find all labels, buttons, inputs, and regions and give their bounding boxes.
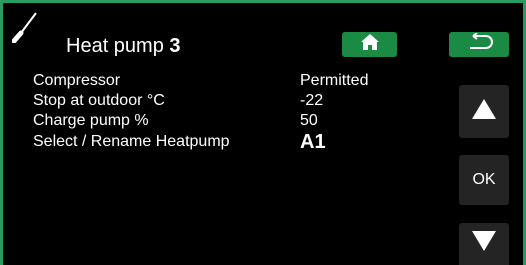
ok-button[interactable]: OK — [459, 155, 509, 205]
home-button[interactable] — [342, 32, 397, 57]
title-text: Heat pump — [66, 35, 164, 57]
down-button[interactable] — [459, 223, 509, 265]
setting-label-stop-outdoor[interactable]: Stop at outdoor °C — [33, 92, 165, 110]
setting-label-select-rename[interactable]: Select / Rename Heatpump — [33, 133, 230, 151]
up-button[interactable] — [459, 85, 509, 138]
setting-value-compressor[interactable]: Permitted — [300, 72, 368, 90]
back-arrow-icon — [464, 32, 494, 56]
home-icon — [360, 33, 380, 56]
setting-label-charge-pump[interactable]: Charge pump % — [33, 112, 149, 130]
setting-value-charge-pump[interactable]: 50 — [300, 112, 318, 130]
setting-label-compressor[interactable]: Compressor — [33, 72, 120, 90]
arrow-down-icon — [471, 230, 497, 257]
heat-pump-number: 3 — [169, 35, 181, 57]
setting-value-select-rename[interactable]: A1 — [300, 131, 326, 154]
back-button[interactable] — [449, 32, 509, 57]
screwdriver-icon — [11, 11, 40, 48]
page-title: Heat pump 3 — [66, 34, 181, 58]
setting-value-stop-outdoor[interactable]: -22 — [300, 92, 323, 110]
heat-pump-screen: Heat pump 3 Compressor Permitted Stop at… — [3, 3, 523, 265]
arrow-up-icon — [471, 98, 497, 125]
